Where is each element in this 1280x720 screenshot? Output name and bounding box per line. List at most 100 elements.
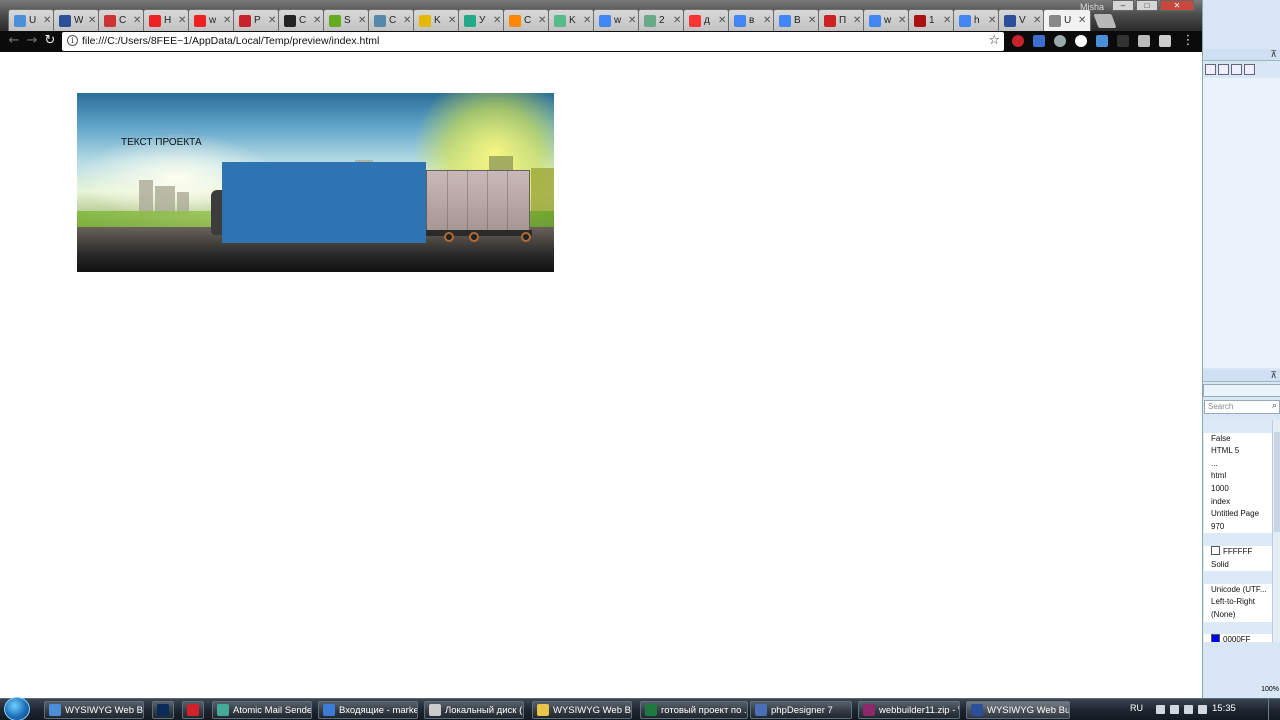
property-row[interactable]: index — [1204, 496, 1272, 509]
flag-icon[interactable] — [1156, 705, 1165, 714]
property-category-row[interactable] — [1204, 621, 1272, 635]
taskbar-button[interactable]: готовый проект по ... — [640, 701, 748, 719]
search-icon[interactable]: ⌕ — [1272, 401, 1277, 411]
volume-icon[interactable] — [1184, 705, 1193, 714]
tab-close-icon[interactable]: ✕ — [313, 15, 321, 26]
browser-tab[interactable]: П ✕ — [818, 9, 864, 31]
browser-tab[interactable]: 1 ✕ — [908, 9, 954, 31]
browser-tab[interactable]: в ✕ — [728, 9, 774, 31]
tab-close-icon[interactable]: ✕ — [763, 15, 771, 26]
tab-close-icon[interactable]: ✕ — [853, 15, 861, 26]
profile-name[interactable]: Misha — [1080, 2, 1104, 12]
bookmark-star-icon[interactable]: ☆ — [988, 33, 1000, 48]
tab-close-icon[interactable]: ✕ — [133, 15, 141, 26]
property-row[interactable]: 0000FF — [1204, 634, 1272, 642]
back-button[interactable]: ← — [6, 33, 22, 49]
blue-content-box[interactable] — [222, 162, 426, 243]
color-swatch[interactable] — [1211, 634, 1220, 642]
tab-close-icon[interactable]: ✕ — [88, 15, 96, 26]
pin-icon[interactable]: ⊼ — [1270, 370, 1277, 381]
property-row[interactable]: Unicode (UTF... — [1204, 584, 1272, 597]
property-row[interactable]: html — [1204, 470, 1272, 483]
property-row[interactable]: HTML 5 — [1204, 445, 1272, 458]
browser-tab[interactable]: U ✕ — [8, 9, 54, 31]
cloud-extension-icon[interactable] — [1096, 35, 1108, 47]
tab-close-icon[interactable]: ✕ — [223, 15, 231, 26]
browser-tab[interactable]: w ✕ — [188, 9, 234, 31]
url-text[interactable]: file:///C:/Users/8FEE~1/AppData/Local/Te… — [82, 35, 379, 47]
browser-tab[interactable]: C ✕ — [98, 9, 144, 31]
browser-tab[interactable]: C ✕ — [368, 9, 414, 31]
color-swatch[interactable] — [1211, 545, 1220, 555]
taskbar-button[interactable]: WYSIWYG Web Build... — [532, 701, 632, 719]
property-row[interactable]: (None) — [1204, 609, 1272, 622]
browser-tab[interactable]: P ✕ — [233, 9, 279, 31]
property-category-row[interactable] — [1204, 571, 1272, 584]
tab-close-icon[interactable]: ✕ — [358, 15, 366, 26]
pin-icon[interactable]: ⊼ — [1270, 49, 1277, 60]
site-info-icon[interactable]: i — [67, 35, 78, 46]
property-category-row[interactable] — [1204, 533, 1272, 546]
property-row[interactable]: 970 — [1204, 521, 1272, 534]
tab-close-icon[interactable]: ✕ — [673, 15, 681, 26]
show-desktop-button[interactable] — [1268, 699, 1280, 720]
menu-kebab-icon[interactable]: ⋮ — [1180, 33, 1196, 49]
object-selector-dropdown[interactable] — [1203, 384, 1280, 397]
tab-close-icon[interactable]: ✕ — [1078, 15, 1086, 26]
tab-close-icon[interactable]: ✕ — [808, 15, 816, 26]
browser-tab[interactable]: C ✕ — [503, 9, 549, 31]
property-row[interactable]: 1000 — [1204, 483, 1272, 496]
white-circle-extension-icon[interactable] — [1075, 35, 1087, 47]
maximize-button[interactable]: □ — [1136, 0, 1158, 11]
tab-close-icon[interactable]: ✕ — [448, 15, 456, 26]
browser-tab[interactable]: д ✕ — [683, 9, 729, 31]
network-icon[interactable] — [1170, 705, 1179, 714]
minimize-button[interactable]: – — [1112, 0, 1134, 11]
browser-tab[interactable]: h ✕ — [953, 9, 999, 31]
opera-extension-icon[interactable] — [1012, 35, 1024, 47]
taskbar-button[interactable]: Локальный диск (D:) — [424, 701, 524, 719]
property-grid[interactable]: False HTML 5... html 1000 index Untitled Page… — [1204, 420, 1272, 642]
tab-close-icon[interactable]: ✕ — [1033, 15, 1041, 26]
tab-close-icon[interactable]: ✕ — [178, 15, 186, 26]
property-row[interactable]: FFFFFF — [1204, 545, 1272, 559]
property-row[interactable]: Untitled Page — [1204, 508, 1272, 521]
browser-tab[interactable]: 2 ✕ — [638, 9, 684, 31]
property-category-row[interactable] — [1204, 420, 1272, 433]
tray-arrow-icon[interactable] — [1198, 705, 1207, 714]
forward-button[interactable]: → — [24, 33, 40, 49]
taskbar-button[interactable]: webbuilder11.zip - W... — [858, 701, 960, 719]
browser-tab[interactable]: K ✕ — [548, 9, 594, 31]
property-row[interactable]: Solid — [1204, 559, 1272, 572]
browser-tab[interactable]: У ✕ — [458, 9, 504, 31]
property-row[interactable]: ... — [1204, 458, 1272, 471]
browser-tab[interactable]: В ✕ — [773, 9, 819, 31]
start-button[interactable] — [4, 697, 30, 720]
taskbar-button[interactable]: phpDesigner 7 — [750, 701, 852, 719]
tab-close-icon[interactable]: ✕ — [493, 15, 501, 26]
taskbar-button[interactable]: WYSIWYG Web Build... — [966, 701, 1070, 719]
tab-close-icon[interactable]: ✕ — [898, 15, 906, 26]
tab-close-icon[interactable]: ✕ — [538, 15, 546, 26]
camera-extension-icon[interactable] — [1138, 35, 1150, 47]
tab-close-icon[interactable]: ✕ — [268, 15, 276, 26]
taskbar-button[interactable]: WYSIWYG Web Build... — [44, 701, 144, 719]
taskbar-button[interactable]: Входящие - marketi... — [318, 701, 418, 719]
browser-tab[interactable]: W ✕ — [53, 9, 99, 31]
property-row[interactable]: Left-to-Right — [1204, 596, 1272, 609]
language-indicator[interactable]: RU — [1130, 703, 1143, 713]
translate-extension-icon[interactable] — [1033, 35, 1045, 47]
dark-extension-icon[interactable] — [1117, 35, 1129, 47]
tab-close-icon[interactable]: ✕ — [988, 15, 996, 26]
address-bar[interactable]: i file:///C:/Users/8FEE~1/AppData/Local/… — [62, 32, 1004, 51]
tab-close-icon[interactable]: ✕ — [583, 15, 591, 26]
tab-close-icon[interactable]: ✕ — [43, 15, 51, 26]
browser-tab[interactable]: S ✕ — [323, 9, 369, 31]
paste-icon[interactable] — [1231, 64, 1242, 75]
taskbar-button[interactable]: Atomic Mail Sender — [212, 701, 312, 719]
property-row[interactable]: False — [1204, 433, 1272, 446]
tab-close-icon[interactable]: ✕ — [943, 15, 951, 26]
globe-extension-icon[interactable] — [1054, 35, 1066, 47]
taskbar-button[interactable] — [152, 701, 174, 719]
new-tab-button[interactable] — [1093, 14, 1117, 28]
